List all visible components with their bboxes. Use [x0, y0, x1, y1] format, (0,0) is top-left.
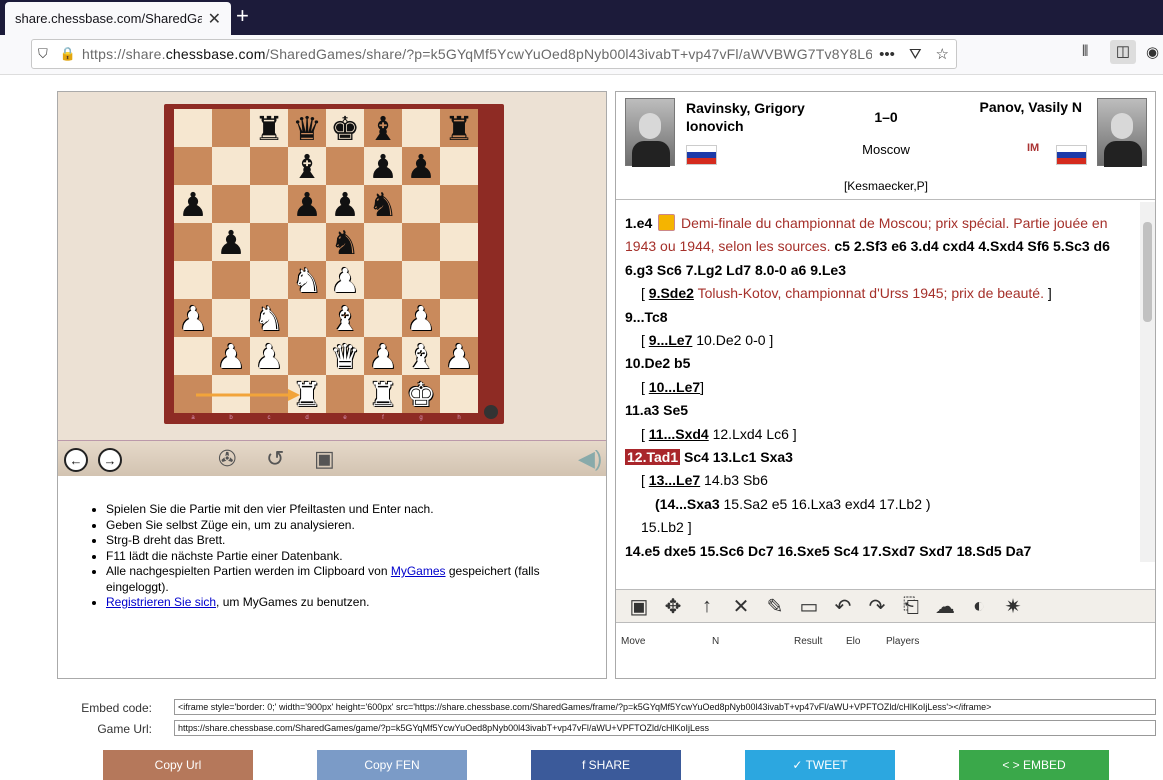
- file-label: b: [229, 415, 233, 421]
- new-tab-icon[interactable]: +: [236, 5, 249, 27]
- help-item: Registrieren Sie sich, um MyGames zu ben…: [106, 595, 602, 611]
- scrollbar-thumb[interactable]: [1143, 222, 1152, 322]
- sidebar-icon[interactable]: ◫: [1110, 40, 1136, 64]
- game-header: Ravinsky, Grigory Ionovich 1–0 Moscow Pa…: [616, 92, 1155, 200]
- broadcast-icon[interactable]: ✷: [996, 594, 1030, 619]
- embed-code-field[interactable]: <iframe style='border: 0;' width='900px'…: [174, 699, 1156, 715]
- black-player-photo: [1097, 98, 1147, 167]
- close-tab-icon[interactable]: ✕: [208, 9, 221, 29]
- file-label: g: [419, 415, 423, 421]
- move-list[interactable]: 1.e4 Demi-finale du championnat de Mosco…: [616, 202, 1155, 562]
- tweet-button[interactable]: ✓ TWEET: [745, 750, 895, 780]
- copy-fen-button[interactable]: Copy FEN: [317, 750, 467, 780]
- cloud-icon[interactable]: ☁: [928, 594, 962, 619]
- last-move-arrow: [196, 389, 300, 401]
- move-list-scrollbar[interactable]: [1140, 202, 1155, 562]
- black-player-title: IM: [1027, 142, 1040, 154]
- file-label: a: [191, 415, 195, 421]
- tab-title: share.chessbase.com/SharedGames: [15, 11, 202, 26]
- move-line[interactable]: 9...Tc8: [625, 306, 1133, 329]
- file-label: c: [267, 415, 271, 421]
- russia-flag-icon: [1056, 145, 1087, 165]
- move-line[interactable]: 10.De2 b5: [625, 352, 1133, 375]
- help-item: F11 lädt die nächste Partie einer Datenb…: [106, 549, 602, 565]
- mygames-link[interactable]: MyGames: [391, 564, 446, 578]
- undo-icon[interactable]: ↶: [826, 594, 860, 619]
- account-icon[interactable]: ◉: [1146, 43, 1159, 61]
- help-item: Geben Sie selbst Züge ein, um zu analysi…: [106, 518, 602, 534]
- variation-line: [ 10...Le7]: [641, 378, 705, 395]
- file-label: h: [457, 415, 461, 421]
- previous-move-button[interactable]: ←: [64, 448, 88, 472]
- url-text[interactable]: https://share.chessbase.com/SharedGames/…: [82, 46, 872, 62]
- library-icon[interactable]: ⫴: [1082, 43, 1088, 60]
- variation-line: [ 9.Sde2 Tolush-Kotov, championnat d'Urs…: [641, 285, 1052, 302]
- game-place: Moscow: [862, 142, 910, 157]
- register-link[interactable]: Registrieren Sie sich: [106, 595, 216, 609]
- embed-button[interactable]: < > EMBED: [959, 750, 1109, 780]
- board-area: ♜ ♛ ♚ ♝ ♜ ♝ ♟ ♟ ♟ ♟ ♟ ♞ ♟ ♞ ♞ ♟ ♟ ♞ ♝ ♟ ♟ ♟ ♛ ♟ ♝ ♟ ♜ ♜ ♚ abcdefgh: [58, 92, 606, 440]
- white-player-photo: [625, 98, 675, 167]
- file-label: e: [343, 415, 347, 421]
- annotate-pen-icon[interactable]: ✎: [758, 594, 792, 619]
- move-line: 1.e4 Demi-finale du championnat de Mosco…: [625, 214, 1110, 278]
- current-move[interactable]: 12.Tad1: [625, 449, 681, 466]
- variation-line[interactable]: 15.Lb2 ]: [625, 516, 1133, 539]
- board-nav-bar: ← → ✇ ↺ ▣ ◀): [58, 440, 606, 476]
- game-result: 1–0: [874, 109, 898, 125]
- next-move-button[interactable]: →: [98, 448, 122, 472]
- sound-icon[interactable]: ◀): [578, 446, 602, 472]
- comment-marker-icon: [658, 214, 676, 231]
- share-button[interactable]: f SHARE: [531, 750, 681, 780]
- save-icon[interactable]: ▣: [622, 594, 656, 619]
- variation-line: [ 11...Sxd4 12.Lxd4 Lc6 ]: [641, 425, 797, 442]
- address-bar[interactable]: ⛉ 🔒 https://share.chessbase.com/SharedGa…: [31, 39, 957, 69]
- page-actions-icon[interactable]: •••: [879, 46, 895, 63]
- browser-tab[interactable]: share.chessbase.com/SharedGames ✕: [5, 2, 231, 35]
- flip-board-icon[interactable]: ↺: [266, 446, 284, 472]
- move-arrows-icon[interactable]: ✥: [656, 594, 690, 619]
- russia-flag-icon: [686, 145, 717, 165]
- game-url-label: Game Url:: [97, 722, 152, 736]
- browser-tabbar: share.chessbase.com/SharedGames ✕ +: [0, 0, 1163, 35]
- file-label: d: [305, 415, 309, 421]
- embed-label: Embed code:: [81, 701, 152, 715]
- browser-toolbar: ⛉ 🔒 https://share.chessbase.com/SharedGa…: [0, 35, 1163, 75]
- promote-variation-icon[interactable]: ↑: [690, 595, 724, 618]
- white-player-name: Ravinsky, Grigory Ionovich: [686, 100, 805, 134]
- game-panel: Ravinsky, Grigory Ionovich 1–0 Moscow Pa…: [615, 91, 1156, 679]
- film-reel-icon[interactable]: ✇: [218, 446, 236, 472]
- shield-icon[interactable]: ⛉: [38, 46, 48, 62]
- game-url-field[interactable]: https://share.chessbase.com/SharedGames/…: [174, 720, 1156, 736]
- editing-toolbar: ▣ ✥ ↑ ✕ ✎ ▭ ↶ ↷ ⎗ ☁ ◐ ✷: [616, 589, 1155, 623]
- engine-icon[interactable]: ◐: [962, 595, 996, 618]
- copy-url-button[interactable]: Copy Url: [103, 750, 253, 780]
- black-player-name: Panov, Vasily N: [979, 99, 1082, 115]
- board-panel: ♜ ♛ ♚ ♝ ♜ ♝ ♟ ♟ ♟ ♟ ♟ ♞ ♟ ♞ ♞ ♟ ♟ ♞ ♝ ♟ ♟ ♟ ♛ ♟ ♝ ♟ ♜ ♜ ♚ abcdefgh ←…: [57, 91, 607, 679]
- file-label: f: [382, 415, 384, 421]
- variation-line: [ 13...Le7 14.b3 Sb6: [641, 472, 768, 489]
- save-icon[interactable]: ▣: [314, 446, 335, 472]
- eraser-icon[interactable]: ▭: [792, 594, 826, 619]
- help-list: Spielen Sie die Partie mit den vier Pfei…: [92, 502, 602, 611]
- file-coordinates: a b c d e f g h: [174, 415, 478, 421]
- clipboard-icon[interactable]: ⎗: [894, 595, 928, 618]
- variation-line: (14...Sxa3 15.Sa2 e5 16.Lxa3 exd4 17.Lb2…: [655, 495, 931, 512]
- redo-icon[interactable]: ↷: [860, 594, 894, 619]
- help-item: Strg-B dreht das Brett.: [106, 533, 602, 549]
- move-line: 12.Tad1 Sc4 13.Lc1 Sxa3: [625, 449, 793, 466]
- help-item: Spielen Sie die Partie mit den vier Pfei…: [106, 502, 602, 518]
- pocket-icon[interactable]: ⛛: [909, 46, 922, 63]
- delete-variation-icon[interactable]: ✕: [724, 594, 758, 619]
- lock-icon[interactable]: 🔒: [60, 46, 76, 62]
- move-line[interactable]: 11.a3 Se5: [625, 399, 1133, 422]
- move-line[interactable]: 14.e5 dxe5 15.Sc6 Dc7 16.Sxe5 Sc4 17.Sxd…: [625, 540, 1133, 562]
- help-item: Alle nachgespielten Partien werden im Cl…: [106, 564, 602, 595]
- annotator: [Kesmaecker,P]: [843, 179, 929, 193]
- variation-line: [ 9...Le7 10.De2 0-0 ]: [641, 332, 774, 349]
- board-knob: [484, 405, 498, 419]
- bookmark-star-icon[interactable]: ☆: [936, 45, 949, 63]
